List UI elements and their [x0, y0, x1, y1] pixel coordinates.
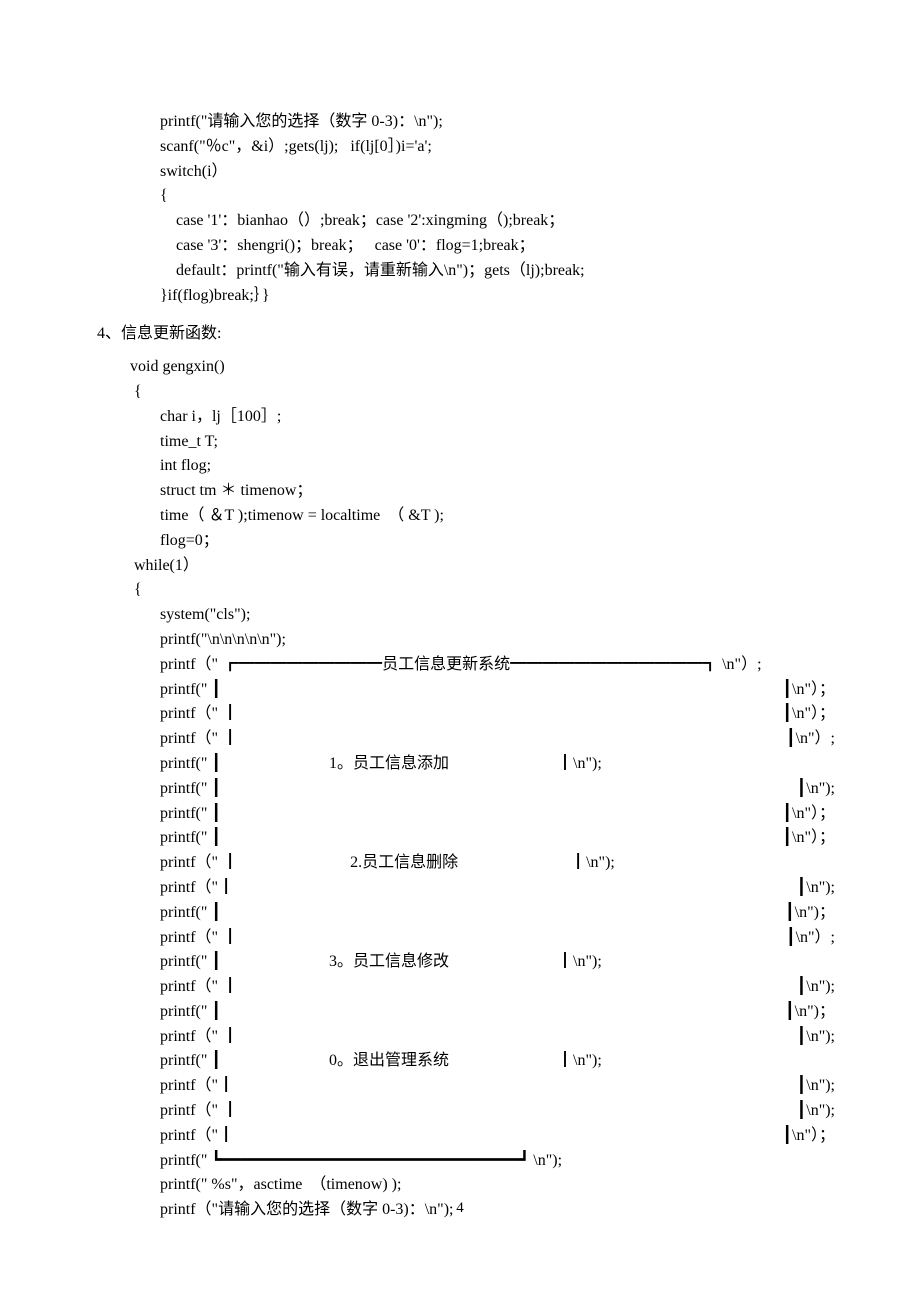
code-line: {	[85, 184, 835, 209]
code-line: flog=0；	[85, 529, 835, 554]
code-line: printf("\n\n\n\n\n");	[85, 628, 835, 653]
menu-box-row: printf（"┃┃\n");	[85, 876, 835, 901]
menu-item-1: printf(" ┃ 1。员工信息添加 ┃\n");	[85, 752, 835, 777]
code-line: {	[85, 380, 835, 405]
section-heading: 4、信息更新函数:	[85, 322, 835, 347]
menu-box-row: printf（"┃┃\n"）；	[85, 1124, 835, 1149]
menu-title: ━━━━━━━━━员工信息更新系统━━━━━━━━━━━━┓ \n"）;	[238, 653, 761, 678]
code-line: int flog;	[85, 454, 835, 479]
menu-box-row: printf（" ┃┃\n"）;	[85, 926, 835, 951]
menu-box-row: printf（" ┃┃\n");	[85, 1099, 835, 1124]
menu-box-row: printf（" ┃┃\n"）；	[85, 702, 835, 727]
menu-item-0: printf(" ┃ 0。退出管理系统 ┃\n");	[85, 1049, 835, 1074]
menu-box-row: printf(" ┃┃\n");	[85, 777, 835, 802]
menu-box-row: printf(" ┃┃\n")；	[85, 1000, 835, 1025]
menu-box-row: printf(" ┃┃\n"）；	[85, 802, 835, 827]
menu-item-3: printf(" ┃ 3。员工信息修改 ┃\n");	[85, 950, 835, 975]
menu-box-row: printf（" ┃┃\n"）;	[85, 727, 835, 752]
code-line: scanf("％c"，&i）;gets(lj); if(lj[0］)i='a';	[85, 135, 835, 160]
code-line: system("cls");	[85, 603, 835, 628]
code-line: void gengxin()	[85, 355, 835, 380]
menu-item-2: printf（" ┃ 2.员工信息删除 ┃\n");	[85, 851, 835, 876]
menu-box-row: printf(" ┃┃\n"）；	[85, 678, 835, 703]
code-line: printf(" %s"，asctime （timenow) );	[85, 1173, 835, 1198]
code-line: {	[85, 578, 835, 603]
code-line: while(1）	[85, 554, 835, 579]
menu-box-row: printf（" ┃┃\n");	[85, 975, 835, 1000]
page-number: 4	[0, 1200, 920, 1217]
code-line: time_t T;	[85, 430, 835, 455]
code-line: case '1'：bianhao（）;break；case '2':xingmi…	[85, 209, 835, 234]
code-line: printf("请输入您的选择（数字 0-3)：\n");	[85, 110, 835, 135]
code-line: time（ ＆T );timenow = localtime （ &T );	[85, 504, 835, 529]
document-page: printf("请输入您的选择（数字 0-3)：\n"); scanf("％c"…	[0, 0, 920, 1302]
code-line: }if(flog)break;｝}	[85, 284, 835, 309]
printf-prefix: printf（" ┏	[160, 653, 238, 678]
code-line: default：printf("输入有误，请重新输入\n")；gets（lj);…	[85, 259, 835, 284]
menu-box-row: printf(" ┃┃\n")；	[85, 901, 835, 926]
menu-box-top: printf（" ┏━━━━━━━━━员工信息更新系统━━━━━━━━━━━━┓…	[85, 653, 835, 678]
menu-box-row: printf（" ┃┃\n");	[85, 1025, 835, 1050]
code-line: char i，lj［100］;	[85, 405, 835, 430]
menu-box-bottom: printf(" ┗━━━━━━━━━━━━━━━━━━━━━━━━━━━━━━…	[85, 1149, 835, 1174]
menu-box-row: printf(" ┃┃\n"）；	[85, 826, 835, 851]
code-line: struct tm ＊ timenow；	[85, 479, 835, 504]
code-line: switch(i）	[85, 160, 835, 185]
menu-box-row: printf（"┃┃\n");	[85, 1074, 835, 1099]
code-line: case '3'：shengri()；break； case '0'：flog=…	[85, 234, 835, 259]
